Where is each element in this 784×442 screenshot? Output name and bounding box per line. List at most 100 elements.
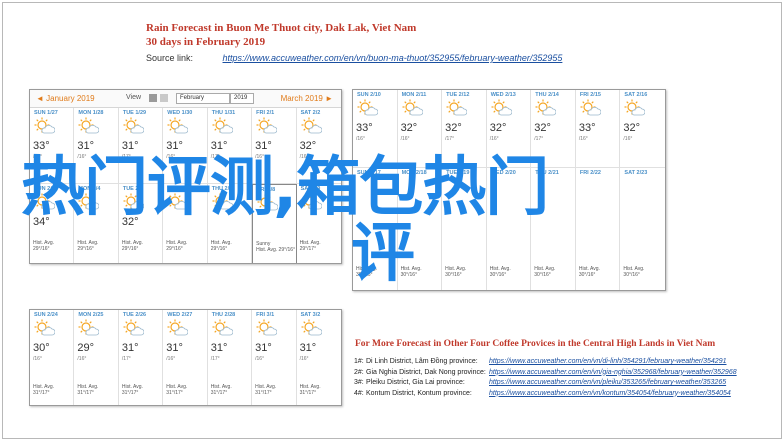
low-temp: /16° bbox=[400, 136, 410, 142]
row-number: 1#: bbox=[354, 358, 364, 365]
hist-avg-value: 30°/16° bbox=[578, 272, 596, 278]
partly-sunny-icon bbox=[445, 99, 468, 122]
source-label: Source link: bbox=[146, 53, 194, 63]
hist-avg: Hist. Avg. 31°/17° bbox=[77, 384, 98, 396]
prev-month-link[interactable]: ◄ January 2019 bbox=[36, 94, 95, 103]
partly-sunny-icon bbox=[300, 319, 322, 342]
view-list-icon[interactable] bbox=[160, 94, 168, 102]
partly-sunny-icon bbox=[33, 319, 56, 342]
day-label: FRI 2/15 bbox=[579, 92, 601, 98]
partly-sunny-icon bbox=[211, 117, 234, 140]
row-url[interactable]: https://www.accuweather.com/en/vn/kontum… bbox=[489, 389, 731, 400]
year-select[interactable]: 2019 bbox=[230, 93, 254, 104]
day-label: SUN 1/27 bbox=[34, 110, 58, 116]
hist-avg: Hist. Avg. 31°/17° bbox=[166, 384, 187, 396]
hist-avg-value: 31°/17° bbox=[210, 390, 228, 396]
view-grid-icon[interactable] bbox=[149, 94, 157, 102]
partly-sunny-icon bbox=[255, 319, 278, 342]
day-label: MON 2/25 bbox=[78, 312, 104, 318]
page-subtitle: 30 days in February 2019 bbox=[146, 36, 266, 48]
partly-sunny-icon bbox=[300, 117, 322, 140]
slide: Rain Forecast in Buon Me Thuot city, Dak… bbox=[2, 2, 782, 439]
day-cell[interactable]: SAT 2/23 Hist. Avg. 30°/16° bbox=[620, 168, 665, 290]
high-temp: 30° bbox=[33, 342, 50, 354]
hist-avg-value: 31°/17° bbox=[121, 390, 139, 396]
partly-sunny-icon bbox=[255, 117, 278, 140]
high-temp: 31° bbox=[121, 342, 139, 354]
day-cell[interactable]: FRI 2/15 33° /16° bbox=[576, 90, 621, 167]
day-cell[interactable]: FRI 2/22 Hist. Avg. 30°/16° bbox=[576, 168, 621, 290]
partly-sunny-icon bbox=[356, 99, 379, 122]
day-cell[interactable]: SAT 2/16 32° /16° bbox=[620, 90, 665, 167]
high-temp: 31° bbox=[299, 342, 317, 354]
partly-sunny-icon bbox=[211, 319, 234, 342]
day-label: SUN 2/10 bbox=[357, 92, 381, 98]
day-label: FRI 3/1 bbox=[256, 312, 275, 318]
low-temp: /16° bbox=[77, 356, 87, 362]
overlay-line-1: 热门评测,箱包热门 bbox=[21, 151, 549, 225]
low-temp: /16° bbox=[299, 356, 309, 362]
high-temp: 31° bbox=[166, 342, 183, 354]
low-temp: /16° bbox=[623, 136, 633, 142]
next-month-link[interactable]: March 2019 ► bbox=[281, 94, 333, 103]
day-label: TUE 2/12 bbox=[446, 92, 470, 98]
hist-avg: Hist. Avg. 31°/17° bbox=[300, 384, 321, 396]
row-url[interactable]: https://www.accuweather.com/en/vn/di-lin… bbox=[489, 357, 727, 368]
source-line: Source link: https://www.accuweather.com… bbox=[146, 51, 706, 65]
partly-sunny-icon bbox=[77, 117, 100, 140]
row-place: Gia Nghia District, Dak Nong province: bbox=[366, 368, 486, 376]
high-temp: 32° bbox=[623, 122, 641, 134]
hist-avg-value: 31°/17° bbox=[77, 390, 94, 396]
low-temp: /16° bbox=[489, 136, 499, 142]
day-cell[interactable]: THU 2/28 31°/17° Hist. Avg. 31°/17° bbox=[208, 310, 253, 405]
row-number: 2#: bbox=[354, 368, 364, 376]
low-temp: /16° bbox=[166, 356, 176, 362]
day-label: TUE 1/29 bbox=[122, 110, 147, 116]
day-cell[interactable]: WED 2/27 31° /16° Hist. Avg. 31°/17° bbox=[163, 310, 208, 405]
forecast-link-row: 1#: Di Linh District, Lâm Đồng province: h… bbox=[352, 357, 784, 368]
row-url[interactable]: https://www.accuweather.com/en/vn/gia-ng… bbox=[489, 368, 737, 379]
forecast-link-row: 2#: Gia Nghia District, Dak Nong province… bbox=[352, 368, 784, 379]
hist-avg: Hist. Avg. 30°/16° bbox=[579, 266, 600, 278]
row-place: Pleiku District, Gia Lai province: bbox=[366, 379, 465, 386]
low-temp: /16° bbox=[356, 136, 365, 142]
day-cell[interactable]: FRI 3/1 31° /16° Hist. Avg. 31°/17° bbox=[252, 310, 297, 405]
partly-sunny-icon bbox=[33, 117, 56, 140]
high-temp: 32° bbox=[400, 122, 418, 134]
day-label: WED 1/30 bbox=[167, 110, 193, 116]
high-temp: 32° bbox=[489, 122, 507, 134]
source-link[interactable]: https://www.accuweather.com/en/vn/buon-m… bbox=[223, 53, 563, 63]
day-label: SAT 3/2 bbox=[300, 312, 321, 318]
row-url[interactable]: https://www.accuweather.com/en/vn/pleiku… bbox=[489, 378, 726, 389]
high-temp: 33° bbox=[356, 122, 373, 134]
day-cell[interactable]: SUN 2/24 30° /16° Hist. Avg. 31°/17° bbox=[30, 310, 75, 405]
partly-sunny-icon bbox=[401, 99, 423, 122]
month-select[interactable]: February bbox=[176, 93, 230, 104]
hist-avg: Hist. Avg. 31°/17° bbox=[255, 384, 276, 396]
more-forecast-panel: For More Forecast in Other Four Coffee P… bbox=[352, 309, 784, 399]
day-label: WED 2/13 bbox=[490, 92, 516, 98]
high-temp: 32° bbox=[534, 122, 551, 134]
day-label: THU 2/28 bbox=[211, 312, 236, 318]
header: Rain Forecast in Buon Me Thuot city, Dak… bbox=[146, 21, 706, 65]
day-label: SAT 2/16 bbox=[624, 92, 648, 98]
overlay-watermark: 热门评测,箱包热门 评 bbox=[21, 155, 549, 287]
partly-sunny-icon bbox=[534, 99, 557, 122]
hist-avg: Hist. Avg. 30°/16° bbox=[623, 266, 644, 278]
day-cell[interactable]: MON 2/25 29° /16° Hist. Avg. 31°/17° bbox=[74, 310, 119, 405]
more-forecast-list: 1#: Di Linh District, Lâm Đồng province: h… bbox=[352, 357, 784, 399]
day-label: SUN 2/24 bbox=[34, 312, 58, 318]
day-cell[interactable]: TUE 2/26 31°/17° Hist. Avg. 31°/17° bbox=[119, 310, 164, 405]
hist-avg-value: 31°/17° bbox=[255, 390, 272, 396]
week-row: SUN 2/24 30° /16° Hist. Avg. 31°/17° MON 2/25… bbox=[30, 310, 341, 405]
day-label: TUE 2/26 bbox=[122, 312, 147, 318]
hist-avg: Hist. Avg. 31°/17° bbox=[211, 384, 232, 396]
day-cell[interactable]: SAT 3/2 31° /16° Hist. Avg. 31°/17° bbox=[297, 310, 341, 405]
low-temp: /17° bbox=[534, 136, 544, 142]
partly-sunny-icon bbox=[623, 99, 646, 122]
day-label: WED 2/27 bbox=[167, 312, 193, 318]
hist-avg-value: 30°/16° bbox=[623, 272, 640, 278]
day-label: THU 2/14 bbox=[535, 92, 559, 98]
more-forecast-title: For More Forecast in Other Four Coffee P… bbox=[355, 339, 716, 349]
row-place: Kontum District, Kontum province: bbox=[366, 389, 472, 397]
